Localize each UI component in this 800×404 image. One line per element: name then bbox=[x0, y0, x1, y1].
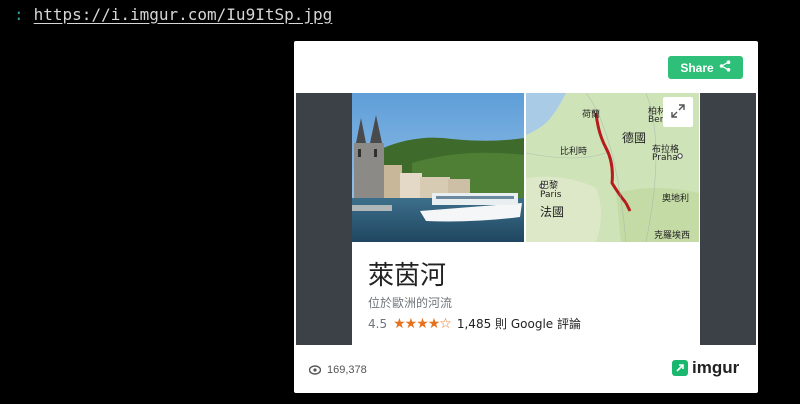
terminal-line: : https://i.imgur.com/Iu9ItSp.jpg bbox=[14, 4, 332, 24]
map-label-germany: 德國 bbox=[622, 131, 647, 145]
map-label-france: 法國 bbox=[540, 205, 565, 219]
embedded-image[interactable]: 荷蘭 柏林 Berlin 比利時 德國 布拉格 Praha 巴黎 Paris 法… bbox=[295, 93, 757, 387]
image-left-border bbox=[296, 93, 352, 345]
view-count-value: 169,378 bbox=[327, 364, 367, 376]
map-label-croatia: 克羅埃西 bbox=[654, 231, 691, 241]
map-label-belgium: 比利時 bbox=[560, 147, 588, 157]
imgur-logo[interactable]: imgur bbox=[672, 358, 739, 378]
map-expand-button[interactable] bbox=[663, 97, 693, 127]
panel-title: 萊茵河 bbox=[368, 261, 447, 291]
eye-icon bbox=[309, 365, 321, 375]
panel-rating: 4.5 ★★★★☆ 1,485 則 Google 評論 bbox=[368, 315, 581, 332]
rhine-photo bbox=[352, 93, 524, 242]
expand-icon bbox=[671, 103, 685, 122]
view-count: 169,378 bbox=[309, 364, 367, 376]
review-count: 1,485 則 Google 評論 bbox=[456, 317, 581, 331]
map-label-paris: Paris bbox=[540, 190, 562, 200]
terminal-prompt: : bbox=[14, 4, 24, 24]
panel-subtitle: 位於歐洲的河流 bbox=[368, 296, 453, 310]
image-right-border bbox=[700, 93, 756, 345]
share-label: Share bbox=[680, 60, 714, 75]
imgur-wordmark: imgur bbox=[692, 358, 740, 377]
imgur-logo-icon bbox=[672, 360, 688, 376]
share-button[interactable]: Share bbox=[668, 56, 743, 79]
map-label-netherlands: 荷蘭 bbox=[582, 110, 601, 120]
rhine-map: 荷蘭 柏林 Berlin 比利時 德國 布拉格 Praha 巴黎 Paris 法… bbox=[526, 93, 699, 242]
share-icon bbox=[719, 60, 731, 75]
rating-stars-icon: ★★★★☆ bbox=[393, 315, 452, 332]
imgur-embed-card: Share 荷蘭 柏林 Berlin 比利時 德國 布拉格 Praha 巴黎 P… bbox=[294, 41, 758, 393]
rating-value: 4.5 bbox=[368, 316, 388, 331]
map-label-prague: Praha bbox=[652, 153, 678, 163]
map-label-austria: 奧地利 bbox=[662, 194, 690, 204]
image-url-link[interactable]: https://i.imgur.com/Iu9ItSp.jpg bbox=[34, 5, 333, 24]
